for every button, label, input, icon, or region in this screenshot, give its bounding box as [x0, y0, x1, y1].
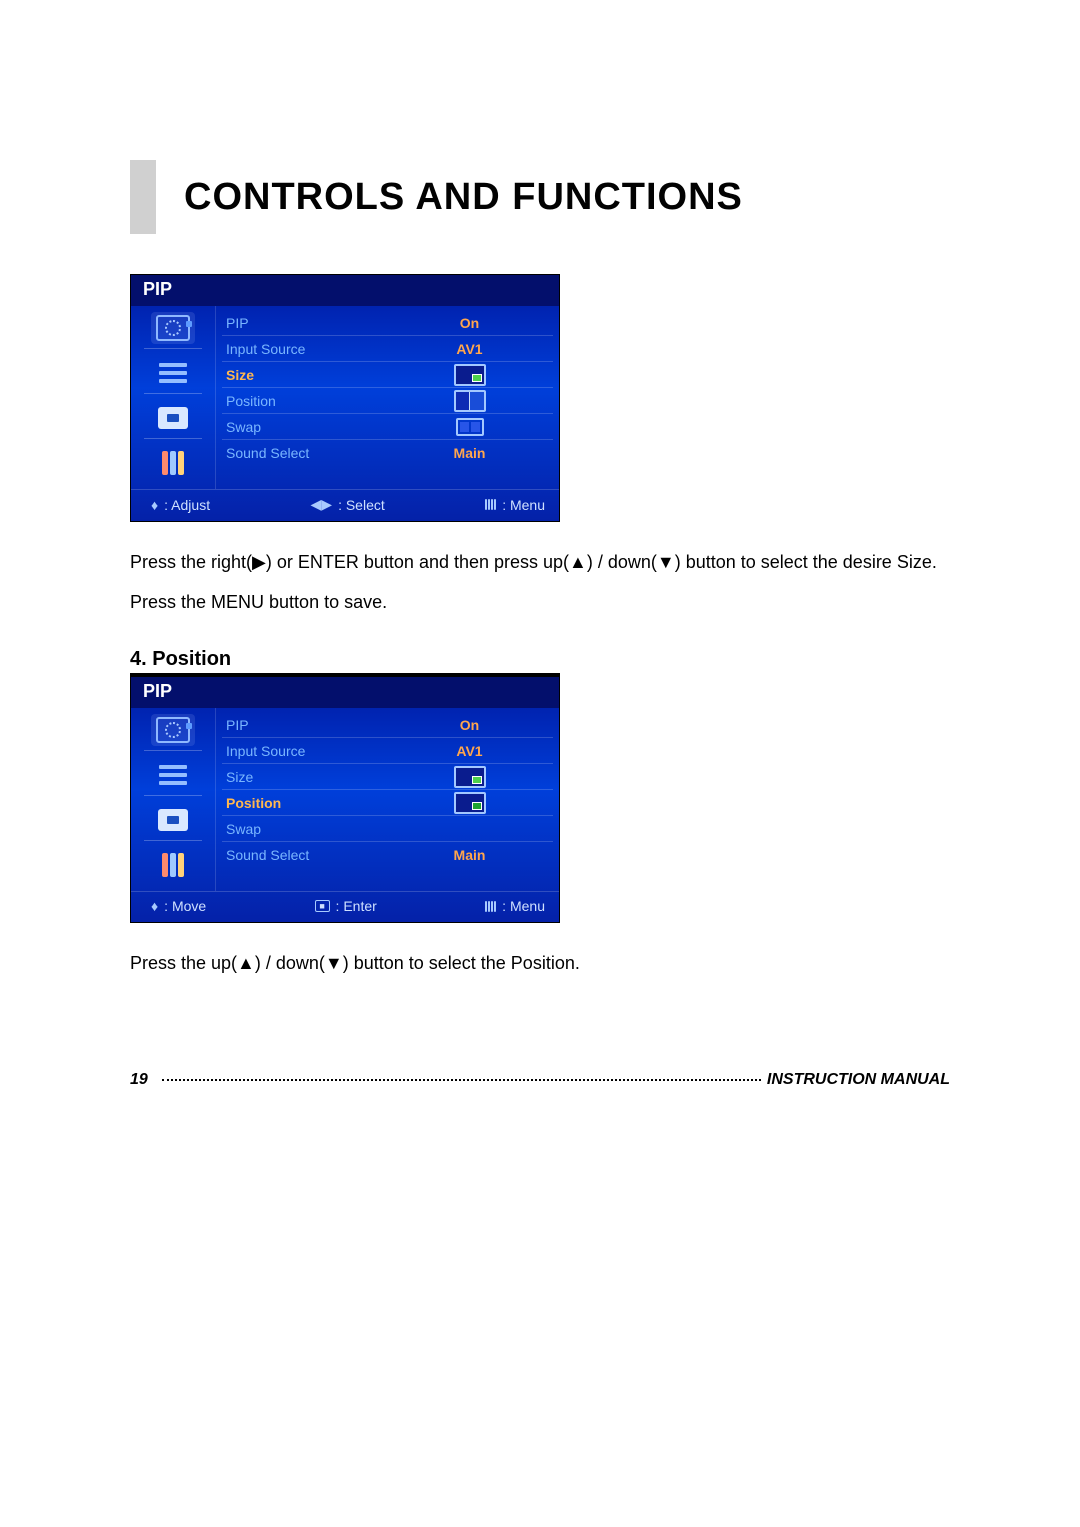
page-footer: 19 INSTRUCTION MANUAL	[130, 1071, 950, 1089]
osd-screenshot-position: PIP PI	[130, 676, 560, 923]
menu-row-position: Position	[222, 388, 553, 414]
menu-row-pip: PIP On	[222, 310, 553, 336]
pip-settings-icon	[151, 312, 195, 344]
position-glyph-icon	[454, 390, 486, 412]
menu-icon	[485, 901, 496, 912]
menu-row-position: Position	[222, 790, 553, 816]
swap-glyph-icon	[456, 418, 484, 436]
page-title: CONTROLS AND FUNCTIONS	[184, 176, 743, 219]
instruction-text: Press the up(▲) / down(▼) button to sele…	[130, 945, 950, 981]
section-heading-position: 4. Position	[130, 648, 560, 676]
menu-icon	[485, 499, 496, 510]
size-glyph-icon	[454, 766, 486, 788]
osd-footer-hints: ♦: Move ■: Enter : Menu	[131, 891, 559, 922]
list-icon	[151, 759, 195, 791]
osd-sidebar	[131, 306, 216, 489]
leftright-icon: ◀▶	[311, 496, 333, 513]
osd-footer-hints: ♦: Adjust ◀▶: Select : Menu	[131, 489, 559, 521]
enter-icon: ■	[315, 900, 330, 912]
menu-row-input-source: Input Source AV1	[222, 336, 553, 362]
osd-sidebar	[131, 708, 216, 891]
updown-icon: ♦	[151, 497, 158, 513]
osd-menu-list: PIP On Input Source AV1 Size Position Sw…	[216, 306, 559, 489]
list-icon	[151, 357, 195, 389]
footer-label: INSTRUCTION MANUAL	[767, 1071, 950, 1089]
menu-row-swap: Swap	[222, 414, 553, 440]
pip-settings-icon	[151, 714, 195, 746]
osd-title: PIP	[131, 677, 559, 708]
menu-row-input-source: Input Source AV1	[222, 738, 553, 764]
updown-icon: ♦	[151, 898, 158, 914]
instruction-text: Press the MENU button to save.	[130, 584, 950, 620]
title-accent-bar	[130, 160, 156, 234]
size-glyph-icon	[454, 364, 486, 386]
page-number: 19	[130, 1071, 148, 1089]
menu-row-pip: PIP On	[222, 712, 553, 738]
osd-menu-list: PIP On Input Source AV1 Size Position Sw…	[216, 708, 559, 891]
picture-icon	[151, 402, 195, 434]
menu-row-swap: Swap	[222, 816, 553, 842]
picture-icon	[151, 804, 195, 836]
position-glyph-icon	[454, 792, 486, 814]
osd-title: PIP	[131, 275, 559, 306]
tools-icon	[151, 849, 195, 881]
menu-row-size: Size	[222, 764, 553, 790]
osd-screenshot-size: PIP	[130, 274, 560, 522]
tools-icon	[151, 447, 195, 479]
instruction-text: Press the right(▶) or ENTER button and t…	[130, 544, 950, 580]
menu-row-size: Size	[222, 362, 553, 388]
menu-row-sound-select: Sound Select Main	[222, 842, 553, 867]
menu-row-sound-select: Sound Select Main	[222, 440, 553, 465]
